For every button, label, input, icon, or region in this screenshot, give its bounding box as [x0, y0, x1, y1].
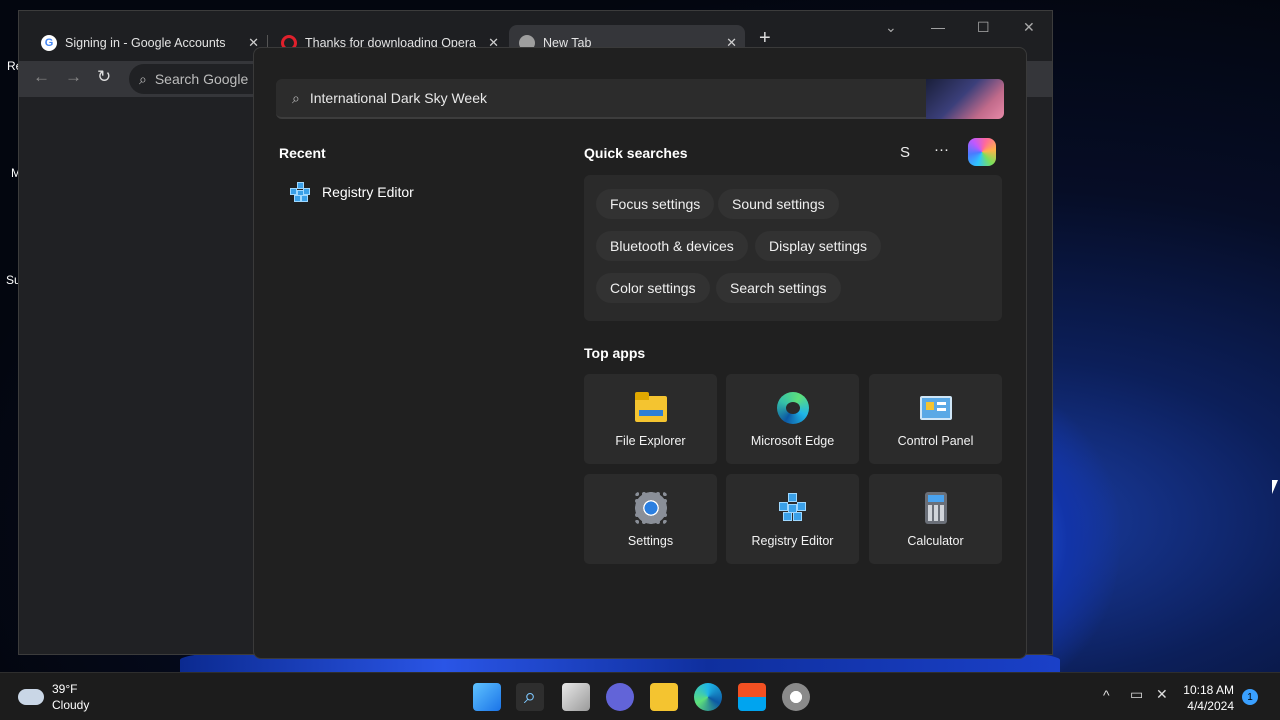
registry-editor-icon	[290, 182, 310, 202]
app-label: Microsoft Edge	[750, 434, 835, 448]
network-icon[interactable]: ▭	[1130, 686, 1143, 703]
volume-muted-icon[interactable]: ✕	[1156, 686, 1168, 703]
close-window-button[interactable]: ✕	[1023, 19, 1035, 36]
chip-display-settings[interactable]: Display settings	[755, 231, 882, 261]
tab-search-icon[interactable]: ⌄	[885, 19, 897, 36]
microsoft-store-icon[interactable]	[738, 683, 766, 711]
clock[interactable]: 10:18 AM 4/4/2024	[1183, 682, 1234, 714]
settings-gear-icon	[634, 492, 667, 524]
file-explorer-icon	[634, 392, 667, 424]
chip-search-settings[interactable]: Search settings	[716, 273, 841, 303]
recent-item-label: Registry Editor	[322, 184, 414, 200]
app-label: Settings	[627, 534, 674, 548]
windows-search-panel: ⌕ International Dark Sky Week Recent Reg…	[253, 47, 1027, 659]
profile-button[interactable]: S	[900, 144, 910, 161]
app-label: Registry Editor	[751, 534, 834, 548]
app-settings[interactable]: Settings	[584, 474, 717, 564]
more-options-icon[interactable]: ···	[934, 141, 949, 158]
control-panel-icon	[919, 392, 952, 424]
tab-google-accounts[interactable]: G Signing in - Google Accounts ✕	[31, 25, 267, 61]
app-control-panel[interactable]: Control Panel	[869, 374, 1002, 464]
app-label: File Explorer	[615, 434, 686, 448]
search-query: International Dark Sky Week	[309, 90, 487, 106]
weather-temperature: 39°F	[52, 682, 78, 696]
maximize-button[interactable]: ☐	[977, 19, 990, 36]
notification-badge[interactable]: 1	[1242, 689, 1258, 705]
top-apps-title: Top apps	[584, 345, 646, 361]
app-microsoft-edge[interactable]: Microsoft Edge	[726, 374, 859, 464]
app-calculator[interactable]: Calculator	[869, 474, 1002, 564]
search-icon: ⌕	[292, 89, 300, 106]
chrome-taskbar-icon[interactable]	[782, 683, 810, 711]
edge-taskbar-icon[interactable]	[694, 683, 722, 711]
clock-date: 4/4/2024	[1187, 699, 1234, 713]
app-label: Calculator	[907, 534, 964, 548]
start-windows-icon[interactable]	[473, 683, 501, 711]
app-label: Control Panel	[897, 434, 974, 448]
edge-icon	[776, 392, 809, 424]
app-file-explorer[interactable]: File Explorer	[584, 374, 717, 464]
cloudy-weather-icon	[18, 689, 44, 705]
minimize-button[interactable]: —	[931, 19, 945, 35]
mouse-cursor-icon	[1272, 480, 1278, 494]
clock-time: 10:18 AM	[1183, 683, 1234, 697]
search-icon: ⌕	[139, 70, 147, 87]
chip-focus-settings[interactable]: Focus settings	[596, 189, 715, 219]
teams-chat-icon[interactable]	[606, 683, 634, 711]
taskbar: 39°F Cloudy ⌕ ^ ▭ ✕ 10:18 AM 4/4/2024 1	[0, 672, 1280, 720]
copilot-icon[interactable]	[968, 138, 996, 166]
calculator-icon	[920, 492, 952, 524]
chip-color-settings[interactable]: Color settings	[596, 273, 710, 303]
registry-editor-icon	[777, 492, 809, 524]
tab-title: Signing in - Google Accounts	[65, 36, 226, 50]
search-taskbar-icon[interactable]: ⌕	[516, 683, 544, 711]
tray-chevron-icon[interactable]: ^	[1103, 687, 1110, 703]
back-arrow-icon[interactable]: ←	[33, 67, 50, 87]
app-registry-editor[interactable]: Registry Editor	[726, 474, 859, 564]
weather-widget[interactable]: 39°F Cloudy	[18, 681, 89, 713]
chip-bluetooth-devices[interactable]: Bluetooth & devices	[596, 231, 748, 261]
forward-arrow-icon[interactable]: →	[65, 67, 82, 87]
chip-sound-settings[interactable]: Sound settings	[718, 189, 839, 219]
search-highlight-image[interactable]	[926, 79, 1004, 119]
omnibox-placeholder: Search Google	[154, 71, 249, 87]
reload-icon[interactable]: ↻	[97, 67, 111, 87]
task-view-icon[interactable]	[562, 683, 590, 711]
recent-item-registry-editor[interactable]: Registry Editor	[290, 182, 414, 202]
quick-searches-title: Quick searches	[584, 145, 688, 161]
weather-description: Cloudy	[52, 698, 90, 712]
file-explorer-taskbar-icon[interactable]	[650, 683, 678, 711]
google-icon: G	[41, 35, 57, 51]
search-box[interactable]: ⌕ International Dark Sky Week	[276, 79, 1004, 119]
recent-title: Recent	[279, 145, 326, 161]
quick-searches-box: Focus settings Sound settings Bluetooth …	[584, 175, 1002, 321]
